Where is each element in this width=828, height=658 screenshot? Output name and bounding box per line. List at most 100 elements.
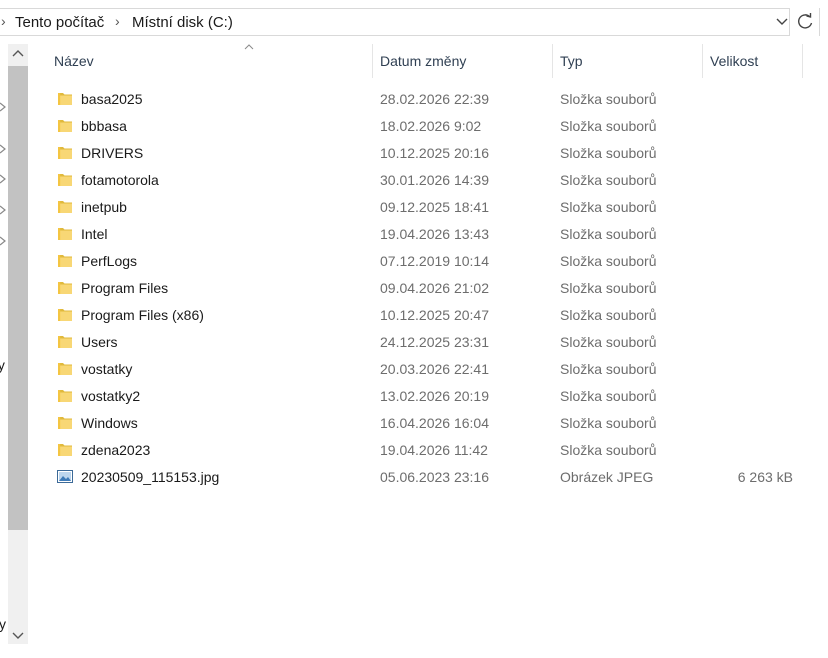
expand-arrow-icon[interactable] (0, 144, 6, 154)
folder-icon (57, 252, 73, 269)
address-bar: › Tento počítač › Místní disk (C:) (0, 8, 828, 36)
file-date: 13.02.2026 20:19 (380, 388, 489, 404)
nav-item-fragment[interactable]: y (0, 616, 6, 632)
folder-icon (57, 414, 73, 431)
file-row[interactable]: basa2025 28.02.2026 22:39 Složka souborů (40, 86, 828, 113)
file-name: bbbasa (81, 118, 127, 134)
file-type: Složka souborů (560, 199, 657, 215)
folder-icon (57, 171, 73, 188)
file-date: 10.12.2025 20:47 (380, 307, 489, 323)
file-name: vostatky2 (81, 388, 141, 404)
file-date: 19.04.2026 11:42 (380, 442, 488, 458)
file-row[interactable]: inetpub 09.12.2025 18:41 Složka souborů (40, 194, 828, 221)
file-type: Složka souborů (560, 280, 657, 296)
file-row[interactable]: 20230509_115153.jpg 05.06.2023 23:16 Obráz… (40, 464, 828, 491)
folder-icon (57, 144, 73, 161)
file-type: Složka souborů (560, 388, 657, 404)
file-type: Složka souborů (560, 334, 657, 350)
file-row[interactable]: PerfLogs 07.12.2019 10:14 Složka souborů (40, 248, 828, 275)
file-name: vostatky (81, 361, 133, 377)
expand-arrow-icon[interactable] (0, 102, 6, 112)
file-type: Složka souborů (560, 253, 657, 269)
file-type: Složka souborů (560, 307, 657, 323)
folder-icon (57, 90, 73, 107)
column-header-type[interactable]: Typ (560, 53, 583, 69)
file-name: Program Files (x86) (81, 307, 204, 323)
file-row[interactable]: vostatky 20.03.2026 22:41 Složka souborů (40, 356, 828, 383)
file-type: Složka souborů (560, 145, 657, 161)
folder-icon (57, 117, 73, 134)
folder-icon (57, 279, 73, 296)
folder-icon (57, 360, 73, 377)
file-date: 05.06.2023 23:16 (380, 469, 489, 485)
breadcrumb-separator-icon[interactable]: › (115, 13, 120, 29)
file-name: PerfLogs (81, 253, 138, 269)
file-name: Users (81, 334, 118, 350)
nav-item-fragment[interactable]: ty (0, 357, 5, 373)
file-name: inetpub (81, 199, 127, 215)
file-row[interactable]: Program Files (x86) 10.12.2025 20:47 Složk… (40, 302, 828, 329)
file-name: Program Files (81, 280, 169, 296)
file-date: 18.02.2026 9:02 (380, 118, 482, 134)
file-name: zdena2023 (81, 442, 151, 458)
file-date: 10.12.2025 20:16 (380, 145, 489, 161)
address-box[interactable]: › Tento počítač › Místní disk (C:) (0, 8, 790, 36)
file-date: 30.01.2026 14:39 (380, 172, 489, 188)
breadcrumb-this-pc[interactable]: Tento počítač (15, 14, 104, 31)
file-type: Složka souborů (560, 442, 657, 458)
file-name: fotamotorola (81, 172, 159, 188)
file-row[interactable]: Windows 16.04.2026 16:04 Složka souborů (40, 410, 828, 437)
breadcrumb-separator-icon[interactable]: › (1, 13, 6, 29)
file-name: DRIVERS (81, 145, 144, 161)
scroll-up-icon[interactable] (10, 47, 26, 61)
expand-arrow-icon[interactable] (0, 174, 6, 184)
file-row[interactable]: Intel 19.04.2026 13:43 Složka souborů (40, 221, 828, 248)
file-date: 09.04.2026 21:02 (380, 280, 489, 296)
column-divider[interactable] (702, 44, 703, 78)
folder-icon (57, 387, 73, 404)
nav-scrollbar-thumb[interactable] (8, 66, 28, 530)
file-row[interactable]: Users 24.12.2025 23:31 Složka souborů (40, 329, 828, 356)
file-row[interactable]: fotamotorola 30.01.2026 14:39 Složka soubo… (40, 167, 828, 194)
column-header-name[interactable]: Název (54, 53, 94, 69)
column-divider[interactable] (802, 44, 803, 78)
file-type: Složka souborů (560, 118, 657, 134)
sort-ascending-icon (244, 44, 254, 50)
file-date: 19.04.2026 13:43 (380, 226, 489, 242)
file-type: Složka souborů (560, 226, 657, 242)
file-name: Intel (81, 226, 108, 242)
file-row[interactable]: zdena2023 19.04.2026 11:42 Složka souborů (40, 437, 828, 464)
file-date: 20.03.2026 22:41 (380, 361, 489, 377)
column-header-date[interactable]: Datum změny (380, 53, 466, 69)
file-type: Obrázek JPEG (560, 469, 654, 485)
column-divider[interactable] (552, 44, 553, 78)
folder-icon (57, 198, 73, 215)
column-header-size[interactable]: Velikost (710, 53, 758, 69)
file-date: 07.12.2019 10:14 (380, 253, 489, 269)
file-size: 6 263 kB (737, 469, 793, 485)
file-name: Windows (81, 415, 138, 431)
file-list: basa2025 28.02.2026 22:39 Složka souborů bb… (40, 86, 828, 491)
column-divider[interactable] (372, 44, 373, 78)
search-box-edge[interactable] (819, 8, 828, 36)
file-row[interactable]: DRIVERS 10.12.2025 20:16 Složka souborů (40, 140, 828, 167)
file-name: basa2025 (81, 91, 143, 107)
folder-icon (57, 225, 73, 242)
breadcrumb-local-disk[interactable]: Místní disk (C:) (132, 14, 233, 31)
file-type: Složka souborů (560, 91, 657, 107)
file-row[interactable]: bbbasa 18.02.2026 9:02 Složka souborů (40, 113, 828, 140)
folder-icon (57, 441, 73, 458)
folder-icon (57, 306, 73, 323)
scroll-down-icon[interactable] (10, 628, 26, 642)
folder-icon (57, 333, 73, 350)
chevron-down-icon[interactable] (775, 14, 789, 28)
file-date: 24.12.2025 23:31 (380, 334, 489, 350)
file-type: Složka souborů (560, 172, 657, 188)
file-row[interactable]: vostatky2 13.02.2026 20:19 Složka souborů (40, 383, 828, 410)
expand-arrow-icon[interactable] (0, 236, 6, 246)
file-type: Složka souborů (560, 415, 657, 431)
file-name: 20230509_115153.jpg (81, 469, 220, 485)
refresh-icon[interactable] (792, 8, 818, 36)
expand-arrow-icon[interactable] (0, 205, 6, 215)
file-row[interactable]: Program Files 09.04.2026 21:02 Složka soub… (40, 275, 828, 302)
